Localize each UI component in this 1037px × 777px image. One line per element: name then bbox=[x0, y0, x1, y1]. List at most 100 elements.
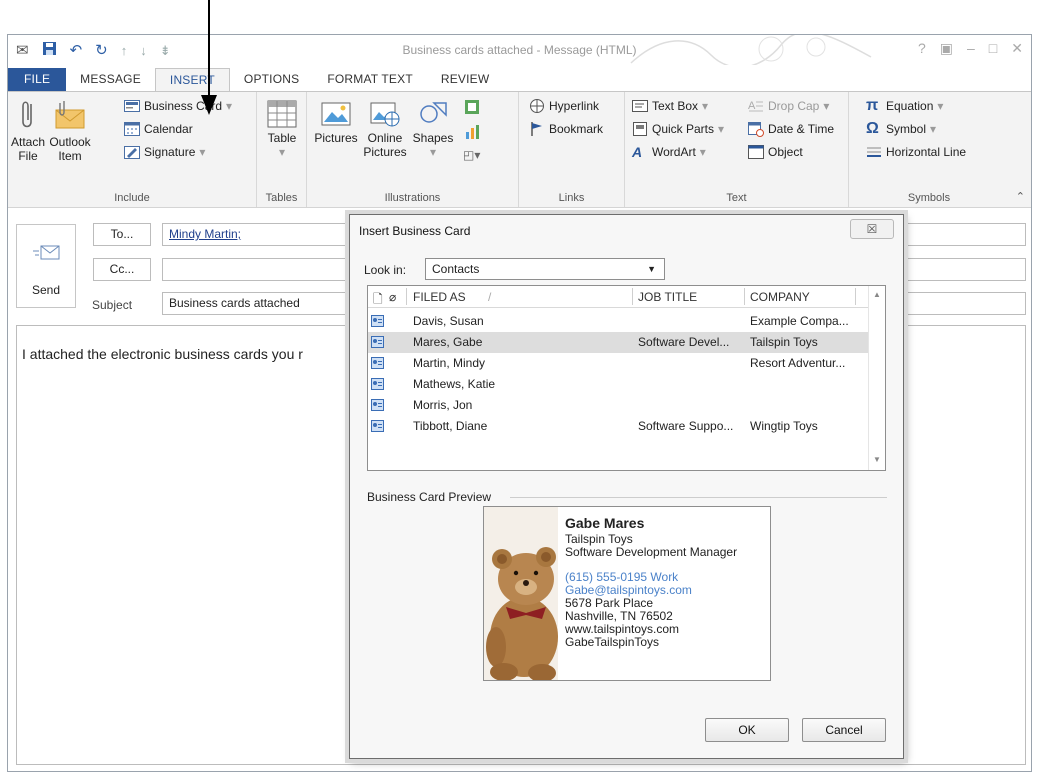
contact-row[interactable]: Davis, Susan Example Compa... bbox=[368, 311, 870, 332]
smartart-icon[interactable] bbox=[463, 98, 481, 119]
hyperlink-button[interactable]: Hyperlink bbox=[529, 98, 599, 114]
business-card-button[interactable]: Business Card ▾ bbox=[124, 98, 232, 114]
object-button[interactable]: Object bbox=[748, 144, 803, 160]
look-in-dropdown[interactable]: Contacts ▼ bbox=[425, 258, 665, 280]
shapes-button[interactable]: Shapes ▾ bbox=[411, 100, 455, 159]
contact-row-selected[interactable]: Mares, Gabe Software Devel... Tailspin T… bbox=[368, 332, 870, 353]
tab-message[interactable]: MESSAGE bbox=[66, 68, 155, 92]
svg-text:A: A bbox=[748, 100, 756, 112]
dialog-close-button[interactable]: ☒ bbox=[850, 219, 894, 239]
dropdown-arrow-icon: ▼ bbox=[647, 264, 656, 274]
screenshot-icon[interactable]: ◰▾ bbox=[463, 148, 480, 162]
scroll-up-icon[interactable]: ▲ bbox=[873, 290, 881, 299]
scroll-down-icon[interactable]: ▼ bbox=[873, 455, 881, 464]
tab-options[interactable]: OPTIONS bbox=[230, 68, 313, 92]
column-filed-as[interactable]: FILED AS bbox=[413, 290, 466, 304]
filed-as-cell: Morris, Jon bbox=[413, 398, 473, 412]
omega-icon: Ω bbox=[866, 120, 879, 137]
list-scrollbar[interactable]: ▲ ▼ bbox=[868, 286, 885, 470]
online-picture-icon bbox=[370, 102, 400, 127]
recipient-name[interactable]: Mindy Martin; bbox=[169, 227, 241, 241]
subject-label: Subject bbox=[92, 298, 133, 312]
maximize-icon[interactable]: □ bbox=[989, 40, 997, 57]
ok-button[interactable]: OK bbox=[705, 718, 789, 742]
table-button[interactable]: Table ▾ bbox=[264, 100, 300, 159]
text-box-button[interactable]: Text Box ▾ bbox=[632, 98, 708, 114]
horizontal-line-icon bbox=[867, 147, 881, 157]
business-card-preview: Gabe Mares Tailspin Toys Software Develo… bbox=[483, 506, 771, 681]
outlook-item-button[interactable]: Outlook Item bbox=[48, 98, 92, 163]
chevron-down-icon: ▾ bbox=[278, 145, 286, 159]
online-pictures-button[interactable]: Online Pictures bbox=[362, 100, 408, 159]
table-icon bbox=[267, 100, 297, 128]
contact-card-icon bbox=[371, 315, 384, 327]
calendar-button[interactable]: Calendar bbox=[124, 121, 193, 137]
close-icon[interactable]: ✕ bbox=[1011, 40, 1023, 57]
teddy-bear-photo bbox=[484, 507, 558, 680]
contact-row[interactable]: Tibbott, Diane Software Suppo... Wingtip… bbox=[368, 416, 870, 437]
attachment-column-icon[interactable]: ⌀ bbox=[389, 290, 396, 304]
column-job-title[interactable]: JOB TITLE bbox=[638, 290, 697, 304]
chart-icon[interactable] bbox=[465, 124, 481, 143]
company-cell: Tailspin Toys bbox=[750, 335, 818, 349]
tab-insert[interactable]: INSERT bbox=[154, 68, 230, 92]
cancel-button[interactable]: Cancel bbox=[802, 718, 886, 742]
attach-file-button[interactable]: Attach File bbox=[10, 98, 46, 163]
job-title-cell: Software Devel... bbox=[638, 335, 730, 349]
help-icon[interactable]: ? bbox=[918, 40, 926, 57]
group-label-text: Text bbox=[726, 192, 747, 204]
signature-button[interactable]: Signature ▾ bbox=[124, 144, 205, 160]
company-cell: Example Compa... bbox=[750, 314, 849, 328]
date-time-button[interactable]: Date & Time bbox=[748, 121, 834, 137]
symbol-button[interactable]: Ω Symbol ▾ bbox=[866, 121, 936, 137]
chevron-down-icon: ▾ bbox=[937, 99, 944, 113]
group-illustrations: Pictures Online Pictures Shapes ▾ ◰▾ Ill… bbox=[307, 92, 519, 207]
sort-indicator-icon: / bbox=[488, 290, 492, 304]
to-button[interactable]: To... bbox=[93, 223, 151, 246]
dialog-title: Insert Business Card bbox=[359, 224, 471, 238]
collapse-ribbon-icon[interactable]: ⌃ bbox=[1016, 190, 1025, 203]
picture-icon bbox=[321, 102, 351, 126]
look-in-value: Contacts bbox=[432, 262, 480, 276]
chevron-down-icon: ▾ bbox=[702, 99, 709, 113]
calendar-icon bbox=[124, 122, 140, 136]
chevron-down-icon: ▾ bbox=[199, 145, 206, 159]
filed-as-cell: Martin, Mindy bbox=[413, 356, 486, 370]
wordart-button[interactable]: A WordArt ▾ bbox=[632, 144, 706, 160]
body-text: I attached the electronic business cards… bbox=[22, 346, 303, 362]
send-button[interactable]: Send bbox=[16, 224, 76, 308]
filed-as-cell: Davis, Susan bbox=[413, 314, 484, 328]
minimize-icon[interactable]: – bbox=[967, 40, 975, 57]
drop-cap-button[interactable]: A Drop Cap ▾ bbox=[748, 98, 829, 114]
contact-row[interactable]: Morris, Jon bbox=[368, 395, 870, 416]
horizontal-line-button[interactable]: Horizontal Line bbox=[866, 144, 966, 160]
bookmark-button[interactable]: Bookmark bbox=[529, 121, 603, 137]
group-label-illustrations: Illustrations bbox=[384, 192, 441, 204]
ribbon-display-icon[interactable]: ▣ bbox=[940, 40, 953, 57]
chevron-down-icon: ▾ bbox=[718, 122, 725, 136]
item-type-column-icon[interactable]: 🗋 bbox=[373, 290, 383, 311]
chevron-down-icon: ▾ bbox=[226, 99, 233, 113]
cc-button[interactable]: Cc... bbox=[93, 258, 151, 281]
company-cell: Resort Adventur... bbox=[750, 356, 846, 370]
column-divider bbox=[744, 288, 745, 305]
tab-review[interactable]: REVIEW bbox=[427, 68, 504, 92]
list-header: 🗋 ⌀ FILED AS / JOB TITLE COMPANY bbox=[368, 286, 870, 308]
pi-icon: π bbox=[866, 97, 879, 114]
quick-parts-button[interactable]: Quick Parts ▾ bbox=[632, 121, 724, 137]
look-in-label: Look in: bbox=[364, 263, 407, 277]
contact-card-icon bbox=[371, 336, 384, 348]
tab-format-text[interactable]: FORMAT TEXT bbox=[313, 68, 427, 92]
contact-row[interactable]: Martin, Mindy Resort Adventur... bbox=[368, 353, 870, 374]
contact-row[interactable]: Mathews, Katie bbox=[368, 374, 870, 395]
group-symbols: π Equation ▾ Ω Symbol ▾ Horizontal Line Sy… bbox=[849, 92, 1009, 207]
globe-link-icon bbox=[530, 99, 544, 113]
tab-file[interactable]: FILE bbox=[8, 68, 67, 92]
chevron-down-icon: ▾ bbox=[429, 145, 437, 159]
quick-parts-icon bbox=[633, 122, 647, 136]
filed-as-cell: Mares, Gabe bbox=[413, 335, 483, 349]
contacts-list[interactable]: 🗋 ⌀ FILED AS / JOB TITLE COMPANY Davis, … bbox=[367, 285, 886, 471]
equation-button[interactable]: π Equation ▾ bbox=[866, 98, 943, 114]
pictures-button[interactable]: Pictures bbox=[312, 100, 360, 145]
column-company[interactable]: COMPANY bbox=[750, 290, 810, 304]
